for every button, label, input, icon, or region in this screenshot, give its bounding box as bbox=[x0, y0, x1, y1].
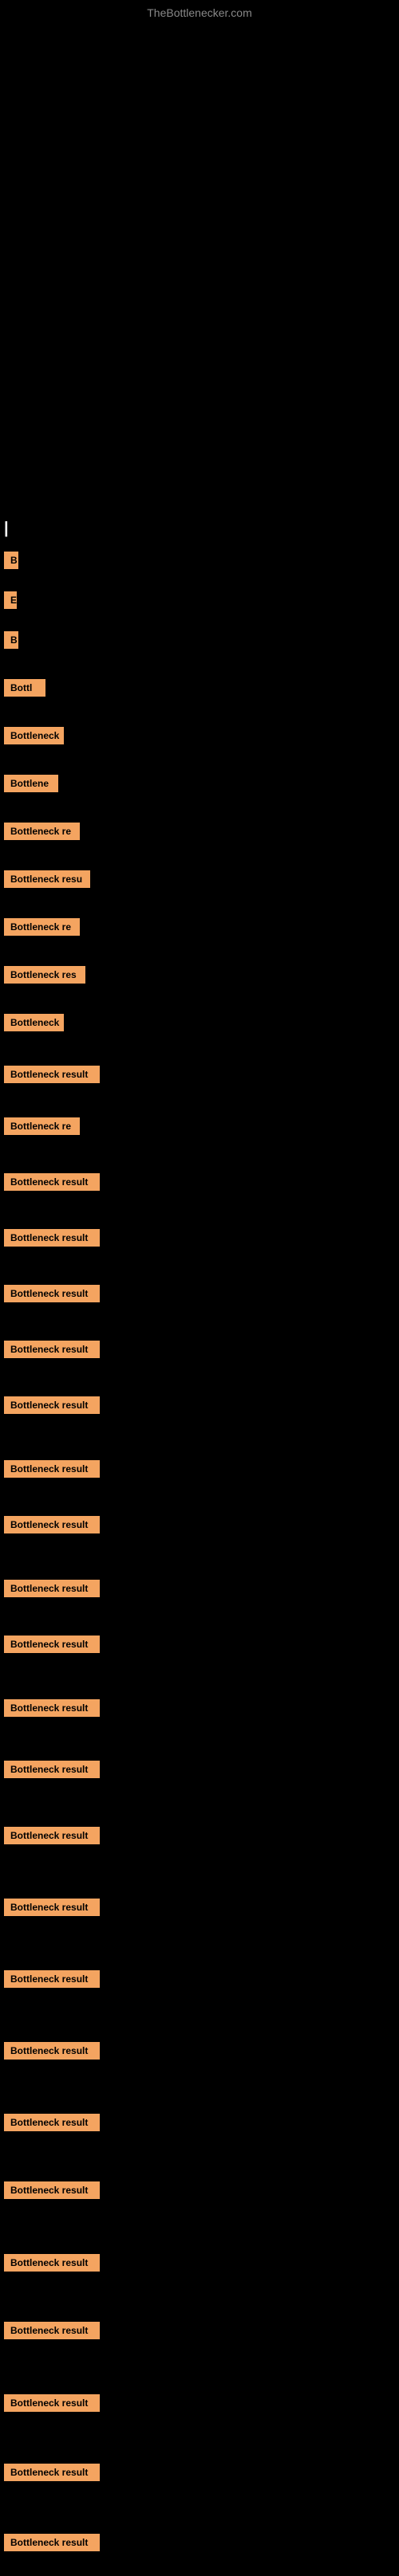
result-item-b25: Bottleneck result bbox=[4, 1827, 100, 1844]
result-item-b21: Bottleneck result bbox=[4, 1580, 100, 1597]
result-item-b32: Bottleneck result bbox=[4, 2322, 100, 2339]
result-item-b4: Bottl bbox=[4, 679, 45, 697]
result-item-b12: Bottleneck result bbox=[4, 1066, 100, 1083]
result-badge-b12: Bottleneck result bbox=[4, 1066, 100, 1083]
result-badge-b2: E bbox=[4, 591, 17, 609]
result-badge-b6: Bottlene bbox=[4, 775, 58, 792]
result-item-b28: Bottleneck result bbox=[4, 2042, 100, 2060]
result-item-b17: Bottleneck result bbox=[4, 1341, 100, 1358]
result-item-b30: Bottleneck result bbox=[4, 2181, 100, 2199]
result-item-b1: B bbox=[4, 552, 18, 569]
result-badge-b1: B bbox=[4, 552, 18, 569]
result-badge-b25: Bottleneck result bbox=[4, 1827, 100, 1844]
result-badge-b28: Bottleneck result bbox=[4, 2042, 100, 2060]
result-item-b24: Bottleneck result bbox=[4, 1761, 100, 1778]
result-badge-b30: Bottleneck result bbox=[4, 2181, 100, 2199]
result-badge-b3: B bbox=[4, 631, 18, 649]
result-item-b31: Bottleneck result bbox=[4, 2254, 100, 2272]
result-item-b7: Bottleneck re bbox=[4, 823, 80, 840]
result-item-b6: Bottlene bbox=[4, 775, 58, 792]
result-badge-b23: Bottleneck result bbox=[4, 1699, 100, 1717]
pipe-symbol: | bbox=[4, 520, 9, 538]
result-badge-b35: Bottleneck result bbox=[4, 2534, 100, 2551]
result-badge-b22: Bottleneck result bbox=[4, 1636, 100, 1653]
result-item-b22: Bottleneck result bbox=[4, 1636, 100, 1653]
result-item-b27: Bottleneck result bbox=[4, 1970, 100, 1988]
result-item-b13: Bottleneck re bbox=[4, 1117, 80, 1135]
result-item-b26: Bottleneck result bbox=[4, 1899, 100, 1916]
result-badge-b21: Bottleneck result bbox=[4, 1580, 100, 1597]
result-badge-b9: Bottleneck re bbox=[4, 918, 80, 936]
result-item-b16: Bottleneck result bbox=[4, 1285, 100, 1302]
result-badge-b10: Bottleneck res bbox=[4, 966, 85, 984]
result-item-b2: E bbox=[4, 591, 17, 609]
result-item-b20: Bottleneck result bbox=[4, 1516, 100, 1533]
result-item-b14: Bottleneck result bbox=[4, 1173, 100, 1191]
result-badge-b26: Bottleneck result bbox=[4, 1899, 100, 1916]
result-badge-b13: Bottleneck re bbox=[4, 1117, 80, 1135]
result-item-b11: Bottleneck bbox=[4, 1014, 64, 1031]
result-badge-b7: Bottleneck re bbox=[4, 823, 80, 840]
main-content: | B E B Bottl Bottleneck Bottlene Bottleneck r… bbox=[0, 26, 399, 2576]
result-badge-b5: Bottleneck bbox=[4, 727, 64, 744]
result-badge-b11: Bottleneck bbox=[4, 1014, 64, 1031]
result-item-b5: Bottleneck bbox=[4, 727, 64, 744]
result-badge-b8: Bottleneck resu bbox=[4, 870, 90, 888]
result-badge-b14: Bottleneck result bbox=[4, 1173, 100, 1191]
result-item-b19: Bottleneck result bbox=[4, 1460, 100, 1478]
result-item-b35: Bottleneck result bbox=[4, 2534, 100, 2551]
result-badge-b27: Bottleneck result bbox=[4, 1970, 100, 1988]
result-badge-b20: Bottleneck result bbox=[4, 1516, 100, 1533]
result-item-b34: Bottleneck result bbox=[4, 2464, 100, 2481]
result-badge-b16: Bottleneck result bbox=[4, 1285, 100, 1302]
result-badge-b33: Bottleneck result bbox=[4, 2394, 100, 2412]
result-badge-b29: Bottleneck result bbox=[4, 2114, 100, 2131]
result-item-b29: Bottleneck result bbox=[4, 2114, 100, 2131]
result-item-b8: Bottleneck resu bbox=[4, 870, 90, 888]
result-item-b23: Bottleneck result bbox=[4, 1699, 100, 1717]
result-badge-b17: Bottleneck result bbox=[4, 1341, 100, 1358]
result-item-b18: Bottleneck result bbox=[4, 1396, 100, 1414]
result-badge-b4: Bottl bbox=[4, 679, 45, 697]
result-item-b9: Bottleneck re bbox=[4, 918, 80, 936]
result-badge-b15: Bottleneck result bbox=[4, 1229, 100, 1247]
result-badge-b24: Bottleneck result bbox=[4, 1761, 100, 1778]
result-item-b33: Bottleneck result bbox=[4, 2394, 100, 2412]
site-title: TheBottlenecker.com bbox=[0, 0, 399, 26]
result-badge-b32: Bottleneck result bbox=[4, 2322, 100, 2339]
result-badge-b18: Bottleneck result bbox=[4, 1396, 100, 1414]
result-item-b10: Bottleneck res bbox=[4, 966, 85, 984]
result-badge-b19: Bottleneck result bbox=[4, 1460, 100, 1478]
result-badge-b31: Bottleneck result bbox=[4, 2254, 100, 2272]
result-item-b15: Bottleneck result bbox=[4, 1229, 100, 1247]
result-badge-b34: Bottleneck result bbox=[4, 2464, 100, 2481]
result-item-b3: B bbox=[4, 631, 18, 649]
